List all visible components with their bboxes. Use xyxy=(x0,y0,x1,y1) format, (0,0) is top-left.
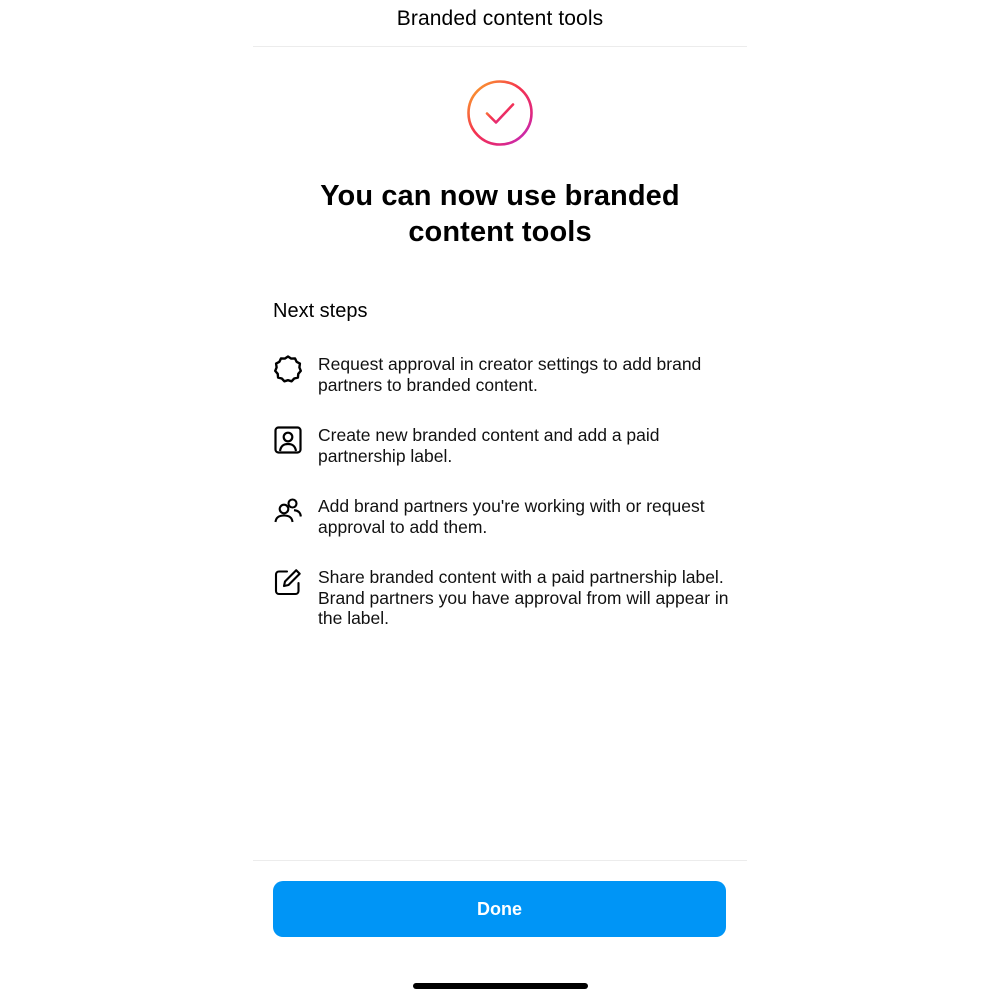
next-steps-title: Next steps xyxy=(273,300,368,322)
headline-line-2: content tools xyxy=(408,216,592,248)
branded-content-screen: Branded content tools You can now use br… xyxy=(253,0,747,1000)
badge-gear-icon xyxy=(273,354,303,384)
step-text: Request approval in creator settings to … xyxy=(318,354,702,395)
step-text: Share branded content with a paid partne… xyxy=(318,567,729,628)
step-text: Create new branded content and add a pai… xyxy=(318,425,660,466)
person-frame-icon xyxy=(273,425,303,455)
navigation-header: Branded content tools xyxy=(253,0,747,47)
home-indicator xyxy=(413,983,588,989)
page-title: Branded content tools xyxy=(396,7,604,30)
done-button[interactable]: Done xyxy=(273,881,726,937)
checkmark-circle-gradient-icon xyxy=(466,79,534,147)
footer-divider xyxy=(253,860,747,861)
edit-pencil-icon xyxy=(273,567,303,597)
people-icon xyxy=(273,496,303,526)
page: Branded content tools You can now use br… xyxy=(0,0,1000,1000)
headline-line-1: You can now use branded xyxy=(320,180,680,212)
step-text: Add brand partners you're working with o… xyxy=(318,496,705,537)
success-headline: You can now use branded content tools xyxy=(253,178,747,250)
